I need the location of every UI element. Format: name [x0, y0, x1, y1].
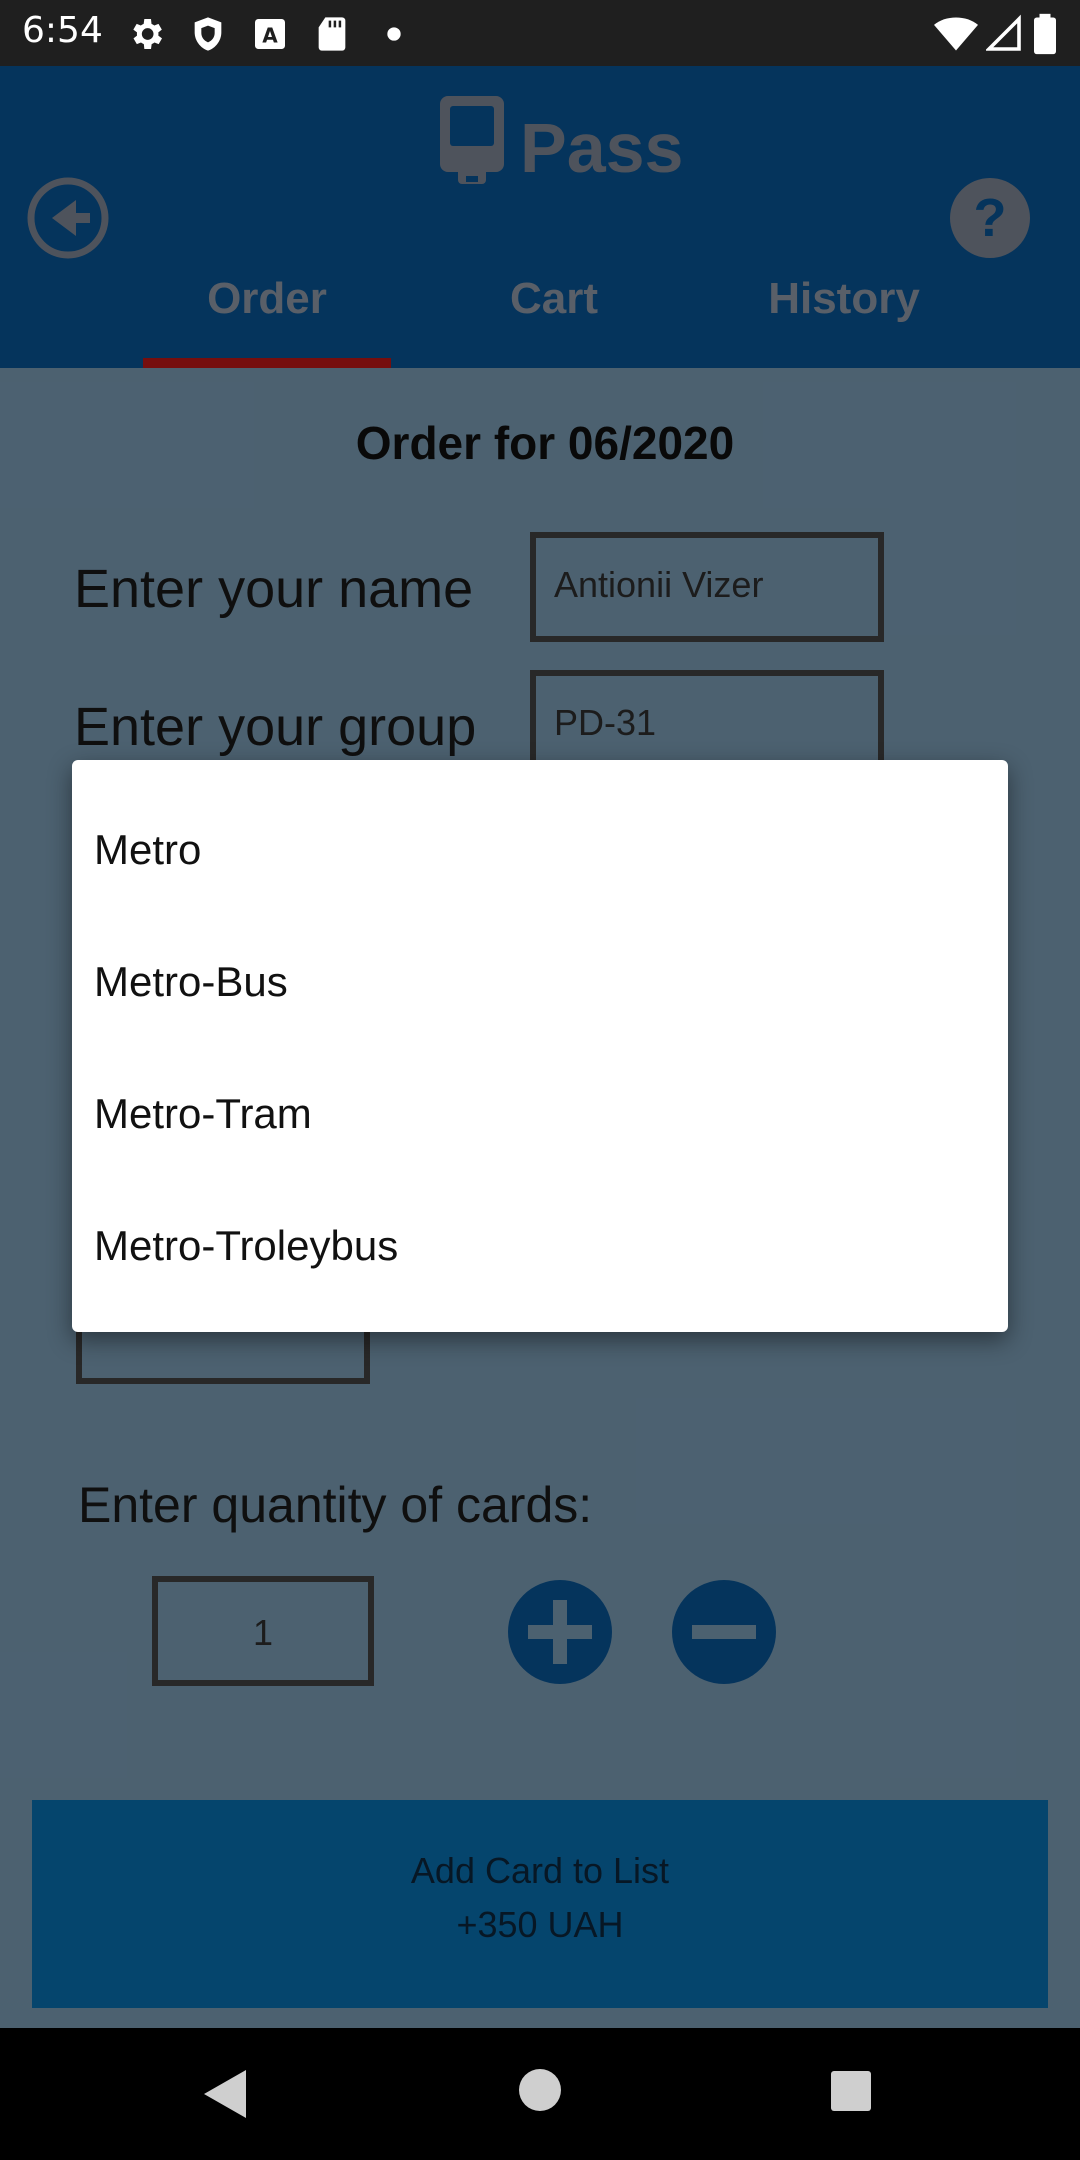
wifi-icon — [934, 17, 978, 51]
nav-recents-icon[interactable] — [828, 2068, 874, 2114]
nav-back-icon[interactable] — [200, 2066, 250, 2122]
font-icon: A — [255, 19, 285, 49]
nav-home-icon[interactable] — [516, 2066, 564, 2114]
dropdown-option-metro-tram[interactable]: Metro-Tram — [94, 1048, 974, 1180]
battery-icon — [1034, 13, 1056, 55]
sd-card-icon — [318, 17, 346, 51]
status-bar: 6:54 A — [0, 0, 1080, 66]
signal-icon — [986, 14, 1021, 51]
settings-icon — [133, 19, 162, 49]
svg-text:A: A — [262, 23, 278, 47]
navigation-bar — [0, 2028, 1080, 2160]
dropdown-option-metro[interactable]: Metro — [94, 784, 974, 916]
dropdown-option-metro-bus[interactable]: Metro-Bus — [94, 916, 974, 1048]
status-time: 6:54 — [22, 10, 103, 51]
notification-dot-icon — [387, 27, 401, 41]
card-type-dropdown: Metro Metro-Bus Metro-Tram Metro-Troleyb… — [72, 760, 1008, 1332]
shield-icon — [194, 17, 222, 51]
dropdown-option-metro-troleybus[interactable]: Metro-Troleybus — [94, 1180, 974, 1312]
